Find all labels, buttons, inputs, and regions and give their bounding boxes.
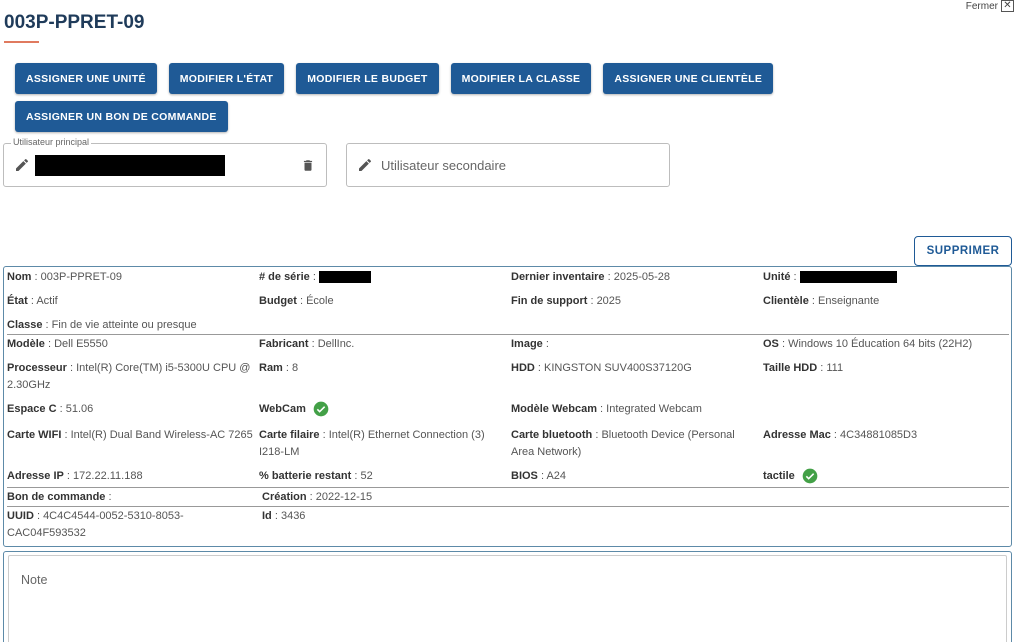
info-clientele: Clientèle : Enseignante — [763, 295, 880, 307]
info-carte-bluetooth: Carte bluetooth : Bluetooth Device (Pers… — [511, 429, 735, 458]
info-ram: Ram : 8 — [259, 362, 299, 374]
assign-purchase-order-button[interactable]: ASSIGNER UN BON DE COMMANDE — [15, 101, 228, 132]
redacted-unit — [799, 271, 897, 284]
info-fabricant: Fabricant : DellInc. — [259, 338, 355, 350]
assign-clientele-button[interactable]: ASSIGNER UNE CLIENTÈLE — [603, 63, 774, 94]
info-modele-webcam: Modèle Webcam : Integrated Webcam — [511, 403, 702, 415]
info-espace-c: Espace C : 51.06 — [7, 403, 94, 415]
close-icon[interactable]: ✕ — [1001, 0, 1014, 12]
info-serie: # de série : — [259, 269, 504, 286]
info-webcam: WebCam — [259, 401, 504, 418]
info-classe: Classe : Fin de vie atteinte ou presque — [7, 319, 197, 331]
modify-state-button[interactable]: MODIFIER L'ÉTAT — [168, 63, 285, 94]
pencil-icon[interactable] — [357, 157, 373, 173]
redacted-user-name — [35, 154, 225, 176]
info-adresse-mac: Adresse Mac : 4C34881085D3 — [763, 429, 918, 441]
primary-user-field[interactable]: Utilisateur principal — [3, 137, 327, 187]
info-modele: Modèle : Dell E5550 — [7, 338, 108, 350]
info-dernier-inventaire: Dernier inventaire : 2025-05-28 — [511, 271, 670, 283]
action-buttons-row-1: ASSIGNER UNE UNITÉ MODIFIER L'ÉTAT MODIF… — [15, 63, 774, 94]
check-circle-icon — [802, 468, 818, 484]
info-carte-wifi: Carte WIFI : Intel(R) Dual Band Wireless… — [7, 429, 253, 441]
primary-user-legend: Utilisateur principal — [11, 137, 92, 147]
info-uuid: UUID : 4C4C4544-0052-5310-8053-CAC04F593… — [7, 510, 184, 539]
check-circle-icon — [313, 401, 329, 417]
info-id: Id : 3436 — [262, 510, 306, 522]
divider — [7, 334, 1009, 335]
secondary-user-field[interactable]: Utilisateur secondaire — [346, 143, 670, 187]
divider — [7, 506, 1009, 507]
info-taille-hdd: Taille HDD : 111 — [763, 362, 844, 374]
divider — [7, 487, 1009, 488]
secondary-user-label: Utilisateur secondaire — [381, 157, 507, 173]
info-unite: Unité : — [763, 269, 1008, 286]
info-os: OS : Windows 10 Éducation 64 bits (22H2) — [763, 338, 973, 350]
trash-icon[interactable] — [301, 157, 315, 174]
info-creation: Création : 2022-12-15 — [262, 491, 373, 503]
redacted-serial — [318, 271, 371, 284]
device-info-panel: Nom : 003P-PPRET-09 # de série : Dernier… — [3, 266, 1012, 547]
close-button[interactable]: Fermer ✕ — [966, 0, 1014, 12]
modify-class-button[interactable]: MODIFIER LA CLASSE — [450, 63, 592, 94]
info-processeur: Processeur : Intel(R) Core(TM) i5-5300U … — [7, 362, 251, 391]
info-fin-support: Fin de support : 2025 — [511, 295, 622, 307]
info-adresse-ip: Adresse IP : 172.22.11.188 — [7, 470, 143, 482]
info-tactile: tactile — [763, 468, 1008, 485]
note-placeholder: Note — [21, 573, 48, 587]
note-textarea[interactable]: Note — [8, 555, 1007, 642]
info-carte-filaire: Carte filaire : Intel(R) Ethernet Connec… — [259, 429, 485, 458]
info-bios: BIOS : A24 — [511, 470, 567, 482]
info-budget: Budget : École — [259, 295, 334, 307]
info-bon-commande: Bon de commande : — [7, 491, 112, 503]
info-image: Image : — [511, 338, 549, 350]
assign-unit-button[interactable]: ASSIGNER UNE UNITÉ — [15, 63, 157, 94]
modify-budget-button[interactable]: MODIFIER LE BUDGET — [296, 63, 439, 94]
close-label: Fermer — [965, 0, 998, 12]
page-title: 003P-PPRET-09 — [4, 12, 145, 33]
info-hdd: HDD : KINGSTON SUV400S37120G — [511, 362, 692, 374]
info-nom: Nom : 003P-PPRET-09 — [7, 271, 122, 283]
action-buttons-row-2: ASSIGNER UN BON DE COMMANDE — [15, 101, 228, 132]
note-container: Note — [3, 551, 1012, 642]
delete-button[interactable]: SUPPRIMER — [914, 236, 1012, 266]
info-etat: État : Actif — [7, 295, 58, 307]
pencil-icon[interactable] — [14, 157, 30, 173]
title-underline — [4, 41, 39, 43]
info-batterie: % batterie restant : 52 — [259, 470, 373, 482]
